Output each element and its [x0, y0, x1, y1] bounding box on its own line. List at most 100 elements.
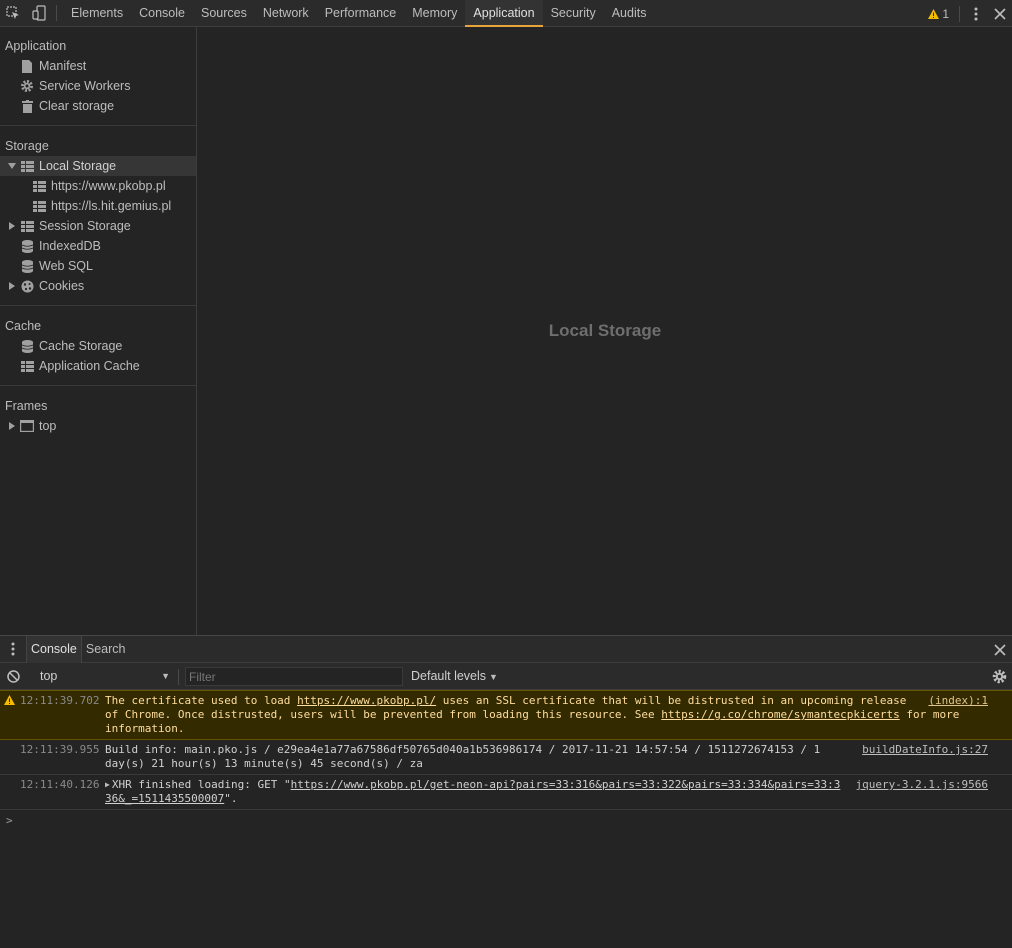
table-grid-icon: [20, 159, 34, 173]
section-divider: [0, 385, 196, 386]
warning-icon: [4, 695, 15, 709]
sidebar-item-label: Manifest: [39, 59, 87, 73]
sidebar-item-local-storage[interactable]: Local Storage: [0, 156, 196, 176]
log-levels-label: Default levels: [411, 669, 487, 683]
sidebar-item-local-storage-pkobp[interactable]: https://www.pkobp.pl: [0, 176, 196, 196]
tab-performance[interactable]: Performance: [317, 0, 405, 27]
chevron-down-icon: ▼: [489, 672, 498, 682]
drawer-tabbar: Console Search: [0, 635, 1012, 663]
collapsed-triangle-icon[interactable]: [7, 416, 17, 436]
message-url-link[interactable]: https://www.pkobp.pl/: [297, 694, 436, 707]
message-timestamp: 12:11:39.702: [20, 694, 100, 707]
context-selector[interactable]: top ▼: [40, 668, 172, 685]
close-drawer-icon[interactable]: [994, 636, 1006, 663]
message-url-link[interactable]: https://g.co/chrome/symantecpkicerts: [661, 708, 899, 721]
more-options-icon[interactable]: [964, 0, 988, 27]
section-title-cache: Cache: [5, 319, 42, 333]
sidebar-item-label: Service Workers: [39, 79, 131, 93]
cookie-icon: [20, 279, 34, 293]
tab-elements[interactable]: Elements: [63, 0, 131, 27]
document-icon: [20, 59, 34, 73]
message-timestamp: 12:11:40.126: [20, 778, 100, 791]
log-levels-dropdown[interactable]: Default levels ▼: [411, 668, 498, 685]
table-grid-icon: [20, 359, 34, 373]
sidebar-item-label: IndexedDB: [39, 239, 101, 253]
database-icon: [20, 239, 34, 253]
message-source-link[interactable]: buildDateInfo.js:27: [862, 743, 988, 757]
console-message-xhr: 12:11:40.126 jquery-3.2.1.js:9566 ▶ XHR f…: [0, 775, 1012, 810]
collapsed-triangle-icon[interactable]: [7, 276, 17, 296]
tab-audits[interactable]: Audits: [604, 0, 655, 27]
toolbar-divider: [56, 5, 57, 21]
message-text: XHR finished loading: GET ": [111, 778, 291, 791]
sidebar-item-label: top: [39, 419, 57, 433]
drawer-tab-console[interactable]: Console: [26, 635, 82, 663]
warning-counter[interactable]: 1: [922, 7, 955, 21]
sidebar-item-clear-storage[interactable]: Clear storage: [0, 96, 196, 116]
context-selector-value: top: [40, 669, 58, 683]
expanded-triangle-icon[interactable]: [7, 156, 17, 176]
table-grid-icon: [32, 199, 46, 213]
section-title-application: Application: [5, 39, 67, 53]
tab-application[interactable]: Application: [465, 0, 543, 27]
filter-input[interactable]: [185, 667, 403, 686]
section-title-storage: Storage: [5, 139, 49, 153]
clear-console-icon[interactable]: [0, 669, 26, 683]
sidebar-item-service-workers[interactable]: Service Workers: [0, 76, 196, 96]
tab-security[interactable]: Security: [543, 0, 604, 27]
frame-window-icon: [20, 419, 34, 433]
sidebar-item-indexeddb[interactable]: IndexedDB: [0, 236, 196, 256]
message-source-link[interactable]: jquery-3.2.1.js:9566: [856, 778, 988, 792]
tab-memory[interactable]: Memory: [404, 0, 465, 27]
table-grid-icon: [20, 219, 34, 233]
console-toolbar: top ▼ Default levels▼: [0, 663, 1012, 690]
devtools-toolbar: Elements Console Sources Network Perform…: [0, 0, 1012, 27]
message-source-link[interactable]: (index):1: [928, 694, 988, 708]
section-divider: [0, 125, 196, 126]
tab-console[interactable]: Console: [131, 0, 193, 27]
database-icon: [20, 339, 34, 353]
message-text: The certificate used to load: [105, 694, 298, 707]
message-timestamp: 12:11:39.955: [20, 743, 100, 756]
sidebar-item-label: https://ls.hit.gemius.pl: [51, 199, 172, 213]
console-prompt[interactable]: >: [0, 810, 1012, 834]
toolbar-divider: [178, 669, 179, 685]
console-message-info: 12:11:39.955 buildDateInfo.js:27 Build i…: [0, 740, 1012, 775]
inspect-element-icon[interactable]: [0, 0, 26, 27]
sidebar-item-cache-storage[interactable]: Cache Storage: [0, 336, 196, 356]
console-log: 12:11:39.702 (index):1 The certificate u…: [0, 690, 1012, 834]
toolbar-divider: [959, 5, 960, 22]
application-sidebar: Application Manifest Service Workers Cle…: [0, 27, 197, 635]
database-icon: [20, 259, 34, 273]
section-title-frames: Frames: [5, 399, 48, 413]
warning-icon: [928, 8, 940, 19]
sidebar-item-local-storage-gemius[interactable]: https://ls.hit.gemius.pl: [0, 196, 196, 216]
sidebar-item-label: Local Storage: [39, 159, 117, 173]
console-settings-icon[interactable]: [992, 663, 1007, 690]
sidebar-item-application-cache[interactable]: Application Cache: [0, 356, 196, 376]
sidebar-item-manifest[interactable]: Manifest: [0, 56, 196, 76]
sidebar-item-session-storage[interactable]: Session Storage: [0, 216, 196, 236]
drawer-tab-search[interactable]: Search: [82, 636, 130, 663]
tab-sources[interactable]: Sources: [193, 0, 255, 27]
expand-triangle-icon[interactable]: ▶: [105, 778, 110, 792]
tab-network[interactable]: Network: [255, 0, 317, 27]
sidebar-item-frame-top[interactable]: top: [0, 416, 196, 436]
sidebar-item-label: Cache Storage: [39, 339, 123, 353]
device-toolbar-icon[interactable]: [26, 0, 52, 27]
warning-count: 1: [942, 6, 949, 21]
gear-icon: [20, 79, 34, 93]
sidebar-item-cookies[interactable]: Cookies: [0, 276, 196, 296]
close-devtools-icon[interactable]: [988, 0, 1012, 27]
message-text: Build info: main.pko.js / e29ea4e1a77a67…: [105, 743, 821, 770]
sidebar-item-websql[interactable]: Web SQL: [0, 256, 196, 276]
panel-tabs: Elements Console Sources Network Perform…: [63, 0, 654, 27]
collapsed-triangle-icon[interactable]: [7, 216, 17, 236]
chevron-down-icon: ▼: [161, 671, 170, 681]
message-text: ".: [224, 792, 238, 805]
sidebar-item-label: Clear storage: [39, 99, 115, 113]
sidebar-item-label: Cookies: [39, 279, 85, 293]
section-divider: [0, 305, 196, 306]
console-drawer: Console Search top ▼ Default levels▼ 12:…: [0, 635, 1012, 948]
drawer-menu-icon[interactable]: [0, 636, 26, 663]
